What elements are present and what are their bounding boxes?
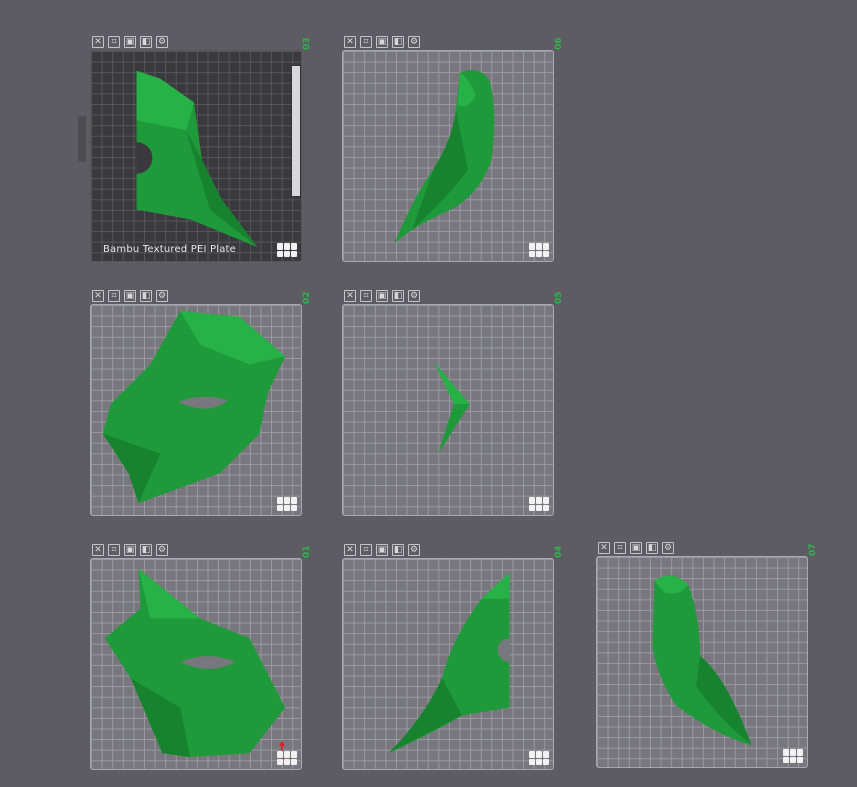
- arrange-icon[interactable]: ⌗: [108, 544, 120, 556]
- close-icon[interactable]: ✕: [344, 544, 356, 556]
- lock-icon[interactable]: ▣: [124, 544, 136, 556]
- settings-icon[interactable]: ⚙: [156, 290, 168, 302]
- layers-icon[interactable]: ◧: [392, 36, 404, 48]
- layers-icon[interactable]: ◧: [140, 36, 152, 48]
- plate-side-tab: [78, 116, 86, 162]
- model-part[interactable]: [343, 51, 553, 261]
- build-plate[interactable]: [90, 304, 302, 516]
- layers-icon[interactable]: ◧: [392, 290, 404, 302]
- plate-number: 01: [302, 545, 312, 558]
- plate-grid-icon[interactable]: [529, 751, 549, 765]
- scale-strip: [291, 65, 301, 197]
- plate-grid-icon[interactable]: [529, 497, 549, 511]
- plate-06[interactable]: ✕ ⌗ ▣ ◧ ⚙ 06: [336, 36, 568, 272]
- lock-icon[interactable]: ▣: [124, 290, 136, 302]
- plate-05[interactable]: ✕ ⌗ ▣ ◧ ⚙ 05: [336, 290, 568, 526]
- layers-icon[interactable]: ◧: [392, 544, 404, 556]
- arrange-icon[interactable]: ⌗: [614, 542, 626, 554]
- lock-icon[interactable]: ▣: [376, 36, 388, 48]
- settings-icon[interactable]: ⚙: [408, 36, 420, 48]
- build-plate[interactable]: [596, 556, 808, 768]
- plate-grid-icon[interactable]: [277, 751, 297, 765]
- build-plate[interactable]: [342, 50, 554, 262]
- close-icon[interactable]: ✕: [344, 36, 356, 48]
- build-plate[interactable]: [90, 558, 302, 770]
- lock-icon[interactable]: ▣: [124, 36, 136, 48]
- close-icon[interactable]: ✕: [92, 36, 104, 48]
- plate-number: 03: [302, 37, 312, 50]
- build-plate[interactable]: [342, 558, 554, 770]
- plate-number: 06: [554, 37, 564, 50]
- plate-toolbar: ✕ ⌗ ▣ ◧ ⚙: [598, 542, 674, 556]
- plate-toolbar: ✕ ⌗ ▣ ◧ ⚙: [344, 544, 420, 558]
- arrange-icon[interactable]: ⌗: [360, 544, 372, 556]
- plate-number: 02: [302, 291, 312, 304]
- plate-grid-icon[interactable]: [277, 243, 297, 257]
- build-plate[interactable]: [342, 304, 554, 516]
- close-icon[interactable]: ✕: [92, 290, 104, 302]
- close-icon[interactable]: ✕: [598, 542, 610, 554]
- model-part[interactable]: [343, 559, 553, 769]
- layers-icon[interactable]: ◧: [646, 542, 658, 554]
- plate-toolbar: ✕ ⌗ ▣ ◧ ⚙: [92, 544, 168, 558]
- plate-07[interactable]: ✕ ⌗ ▣ ◧ ⚙ 07: [590, 542, 822, 778]
- lock-icon[interactable]: ▣: [376, 544, 388, 556]
- settings-icon[interactable]: ⚙: [662, 542, 674, 554]
- layers-icon[interactable]: ◧: [140, 290, 152, 302]
- arrange-icon[interactable]: ⌗: [108, 290, 120, 302]
- model-part[interactable]: [91, 559, 301, 769]
- plate-02[interactable]: ✕ ⌗ ▣ ◧ ⚙ 02: [84, 290, 316, 526]
- settings-icon[interactable]: ⚙: [156, 544, 168, 556]
- arrange-icon[interactable]: ⌗: [108, 36, 120, 48]
- lock-icon[interactable]: ▣: [630, 542, 642, 554]
- build-plate[interactable]: Bambu Textured PEI Plate: [90, 50, 302, 262]
- plate-grid-icon[interactable]: [783, 749, 803, 763]
- plate-number: 04: [554, 545, 564, 558]
- plate-03[interactable]: ✕ ⌗ ▣ ◧ ⚙ 03 Bambu Textured PEI Plate: [78, 36, 316, 272]
- plate-type-label: Bambu Textured PEI Plate: [103, 244, 237, 255]
- model-part[interactable]: [597, 557, 807, 767]
- plate-04[interactable]: ✕ ⌗ ▣ ◧ ⚙ 04: [336, 544, 568, 780]
- plate-number: 07: [808, 543, 818, 556]
- settings-icon[interactable]: ⚙: [408, 544, 420, 556]
- model-part[interactable]: [91, 305, 301, 515]
- model-part[interactable]: [343, 305, 553, 515]
- model-part[interactable]: [91, 51, 301, 261]
- plate-01[interactable]: ✕ ⌗ ▣ ◧ ⚙ 01: [84, 544, 316, 780]
- layers-icon[interactable]: ◧: [140, 544, 152, 556]
- plate-toolbar: ✕ ⌗ ▣ ◧ ⚙: [344, 36, 420, 50]
- plate-grid-icon[interactable]: [529, 243, 549, 257]
- plate-toolbar: ✕ ⌗ ▣ ◧ ⚙: [92, 290, 168, 304]
- arrange-icon[interactable]: ⌗: [360, 290, 372, 302]
- plate-toolbar: ✕ ⌗ ▣ ◧ ⚙: [92, 36, 168, 50]
- arrange-icon[interactable]: ⌗: [360, 36, 372, 48]
- settings-icon[interactable]: ⚙: [156, 36, 168, 48]
- lock-icon[interactable]: ▣: [376, 290, 388, 302]
- close-icon[interactable]: ✕: [344, 290, 356, 302]
- plate-toolbar: ✕ ⌗ ▣ ◧ ⚙: [344, 290, 420, 304]
- close-icon[interactable]: ✕: [92, 544, 104, 556]
- plate-grid-icon[interactable]: [277, 497, 297, 511]
- settings-icon[interactable]: ⚙: [408, 290, 420, 302]
- plate-number: 05: [554, 291, 564, 304]
